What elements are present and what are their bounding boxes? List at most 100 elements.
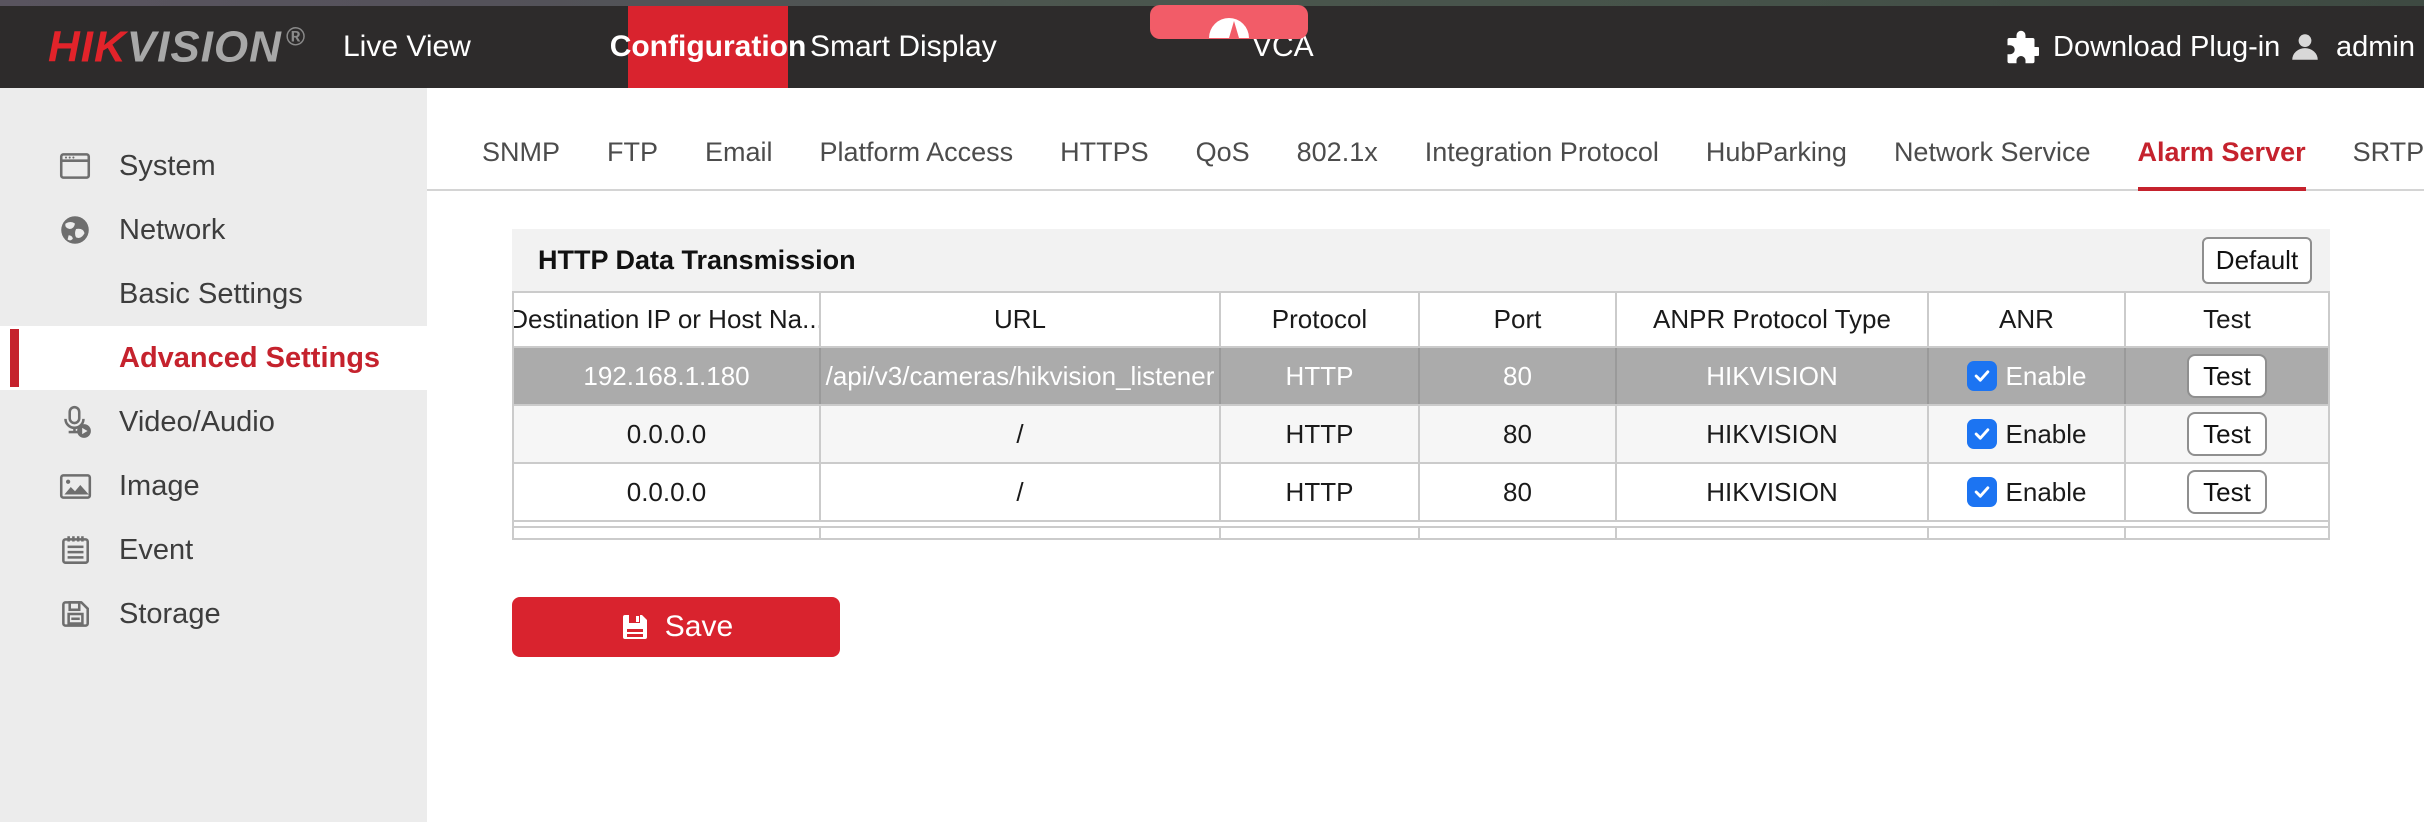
tab-hubparking[interactable]: HubParking bbox=[1706, 137, 1847, 189]
cell-destination-ip: 192.168.1.180 bbox=[514, 348, 821, 404]
sidebar-item-system[interactable]: System bbox=[0, 134, 427, 198]
hikvision-logo: HIKVISION ® bbox=[48, 22, 306, 73]
image-icon bbox=[59, 474, 92, 499]
tab-qos[interactable]: QoS bbox=[1196, 137, 1250, 189]
check-icon bbox=[1974, 370, 1989, 382]
tab-srtp[interactable]: SRTP bbox=[2353, 137, 2424, 189]
default-button[interactable]: Default bbox=[2202, 236, 2312, 284]
sidebar-item-basic-settings[interactable]: Basic Settings bbox=[0, 262, 427, 326]
anr-checkbox[interactable] bbox=[1966, 419, 1997, 449]
col-destination-ip: Destination IP or Host Na... bbox=[514, 293, 821, 346]
panel-header: HTTP Data Transmission Default bbox=[512, 229, 2330, 291]
person-icon bbox=[2292, 34, 2318, 60]
anr-enable-control: Enable bbox=[1966, 476, 2087, 508]
user-menu[interactable]: admin bbox=[2288, 6, 2415, 88]
tab-ftp[interactable]: FTP bbox=[607, 137, 658, 189]
table-row[interactable]: 0.0.0.0 / HTTP 80 HIKVISION Enable Test bbox=[514, 464, 2328, 522]
http-transmission-table: Destination IP or Host Na... URL Protoco… bbox=[512, 291, 2330, 540]
tab-https[interactable]: HTTPS bbox=[1060, 137, 1149, 189]
anr-enable-control: Enable bbox=[1966, 361, 2086, 392]
panel-title: HTTP Data Transmission bbox=[538, 244, 856, 275]
tab-snmp[interactable]: SNMP bbox=[482, 137, 560, 189]
sidebar-item-label: Storage bbox=[119, 597, 221, 630]
check-icon bbox=[1974, 428, 1989, 440]
notepad-icon bbox=[62, 536, 89, 564]
check-icon bbox=[1974, 486, 1989, 498]
logo-hik: HIK bbox=[48, 22, 127, 72]
microphone-icon bbox=[64, 405, 91, 438]
tab-alarm-server[interactable]: Alarm Server bbox=[2137, 137, 2306, 191]
clipped-table-row bbox=[514, 526, 2328, 540]
cell-port: 80 bbox=[1420, 406, 1617, 462]
download-plugin-label: Download Plug-in bbox=[2053, 30, 2281, 63]
save-button[interactable]: Save bbox=[512, 597, 840, 657]
extension-overlay[interactable] bbox=[1150, 5, 1308, 39]
mountain-icon bbox=[1209, 18, 1249, 38]
nav-configuration[interactable]: Configuration bbox=[610, 6, 806, 88]
cell-protocol: HTTP bbox=[1221, 464, 1420, 520]
table-row[interactable]: 0.0.0.0 / HTTP 80 HIKVISION Enable Test bbox=[514, 406, 2328, 464]
test-button[interactable]: Test bbox=[2187, 470, 2267, 514]
anr-enable-label: Enable bbox=[2005, 418, 2087, 449]
cell-destination-ip: 0.0.0.0 bbox=[514, 464, 821, 520]
table-row[interactable]: 192.168.1.180 /api/v3/cameras/hikvision_… bbox=[514, 348, 2328, 406]
sidebar-item-label: Advanced Settings bbox=[119, 341, 381, 374]
logo-registered-mark: ® bbox=[285, 21, 307, 52]
col-protocol: Protocol bbox=[1221, 293, 1420, 346]
sidebar-item-label: System bbox=[119, 149, 216, 182]
sidebar-item-label: Image bbox=[119, 469, 200, 502]
window-icon bbox=[59, 153, 91, 179]
nav-smart-display[interactable]: Smart Display bbox=[810, 6, 997, 88]
tab-network-service[interactable]: Network Service bbox=[1894, 137, 2091, 189]
cell-port: 80 bbox=[1420, 348, 1617, 404]
sidebar-item-storage[interactable]: Storage bbox=[0, 582, 427, 646]
sidebar: System Network Basic Settings Advanced S… bbox=[0, 88, 427, 822]
save-icon bbox=[622, 615, 647, 639]
tab-integration-protocol[interactable]: Integration Protocol bbox=[1425, 137, 1659, 189]
sidebar-item-image[interactable]: Image bbox=[0, 454, 427, 518]
tab-8021x[interactable]: 802.1x bbox=[1297, 137, 1378, 189]
download-plugin-button[interactable]: Download Plug-in bbox=[2003, 6, 2280, 88]
cell-destination-ip: 0.0.0.0 bbox=[514, 406, 821, 462]
sidebar-item-label: Network bbox=[119, 213, 226, 246]
puzzle-icon bbox=[2007, 30, 2039, 64]
cell-protocol: HTTP bbox=[1221, 406, 1420, 462]
tab-platform-access[interactable]: Platform Access bbox=[820, 137, 1014, 189]
cell-anpr-type: HIKVISION bbox=[1617, 348, 1929, 404]
sidebar-item-video-audio[interactable]: Video/Audio bbox=[0, 390, 427, 454]
anr-enable-label: Enable bbox=[2005, 476, 2087, 507]
network-tabs: SNMP FTP Email Platform Access HTTPS QoS… bbox=[427, 88, 2424, 191]
test-button[interactable]: Test bbox=[2187, 412, 2267, 456]
col-anr: ANR bbox=[1929, 293, 2126, 346]
cell-url: /api/v3/cameras/hikvision_listener bbox=[821, 348, 1221, 404]
save-label: Save bbox=[664, 610, 734, 643]
sidebar-item-label: Basic Settings bbox=[119, 277, 303, 310]
sidebar-item-event[interactable]: Event bbox=[0, 518, 427, 582]
main-content: SNMP FTP Email Platform Access HTTPS QoS… bbox=[427, 88, 2424, 822]
col-port: Port bbox=[1420, 293, 1617, 346]
nav-live-view[interactable]: Live View bbox=[343, 6, 471, 88]
floppy-icon bbox=[62, 601, 89, 627]
cell-anpr-type: HIKVISION bbox=[1617, 406, 1929, 462]
anr-checkbox[interactable] bbox=[1966, 477, 1997, 507]
username: admin bbox=[2336, 30, 2415, 63]
col-test: Test bbox=[2203, 304, 2251, 334]
sidebar-item-label: Event bbox=[119, 533, 194, 566]
anr-checkbox[interactable] bbox=[1966, 361, 1997, 391]
anr-enable-control: Enable bbox=[1966, 418, 2087, 450]
cell-url: / bbox=[821, 406, 1221, 462]
tab-email[interactable]: Email bbox=[705, 137, 773, 189]
col-anpr-type: ANPR Protocol Type bbox=[1617, 293, 1929, 346]
globe-icon bbox=[61, 216, 89, 244]
sidebar-item-advanced-settings[interactable]: Advanced Settings bbox=[0, 326, 427, 390]
logo-vision: VISION bbox=[126, 22, 282, 72]
sidebar-item-network[interactable]: Network bbox=[0, 198, 427, 262]
sidebar-item-label: Video/Audio bbox=[119, 405, 275, 438]
cell-port: 80 bbox=[1420, 464, 1617, 520]
cell-url: / bbox=[821, 464, 1221, 520]
cell-anpr-type: HIKVISION bbox=[1617, 464, 1929, 520]
table-header-row: Destination IP or Host Na... URL Protoco… bbox=[514, 291, 2328, 348]
col-url: URL bbox=[821, 293, 1221, 346]
test-button[interactable]: Test bbox=[2187, 354, 2267, 398]
cell-protocol: HTTP bbox=[1221, 348, 1420, 404]
